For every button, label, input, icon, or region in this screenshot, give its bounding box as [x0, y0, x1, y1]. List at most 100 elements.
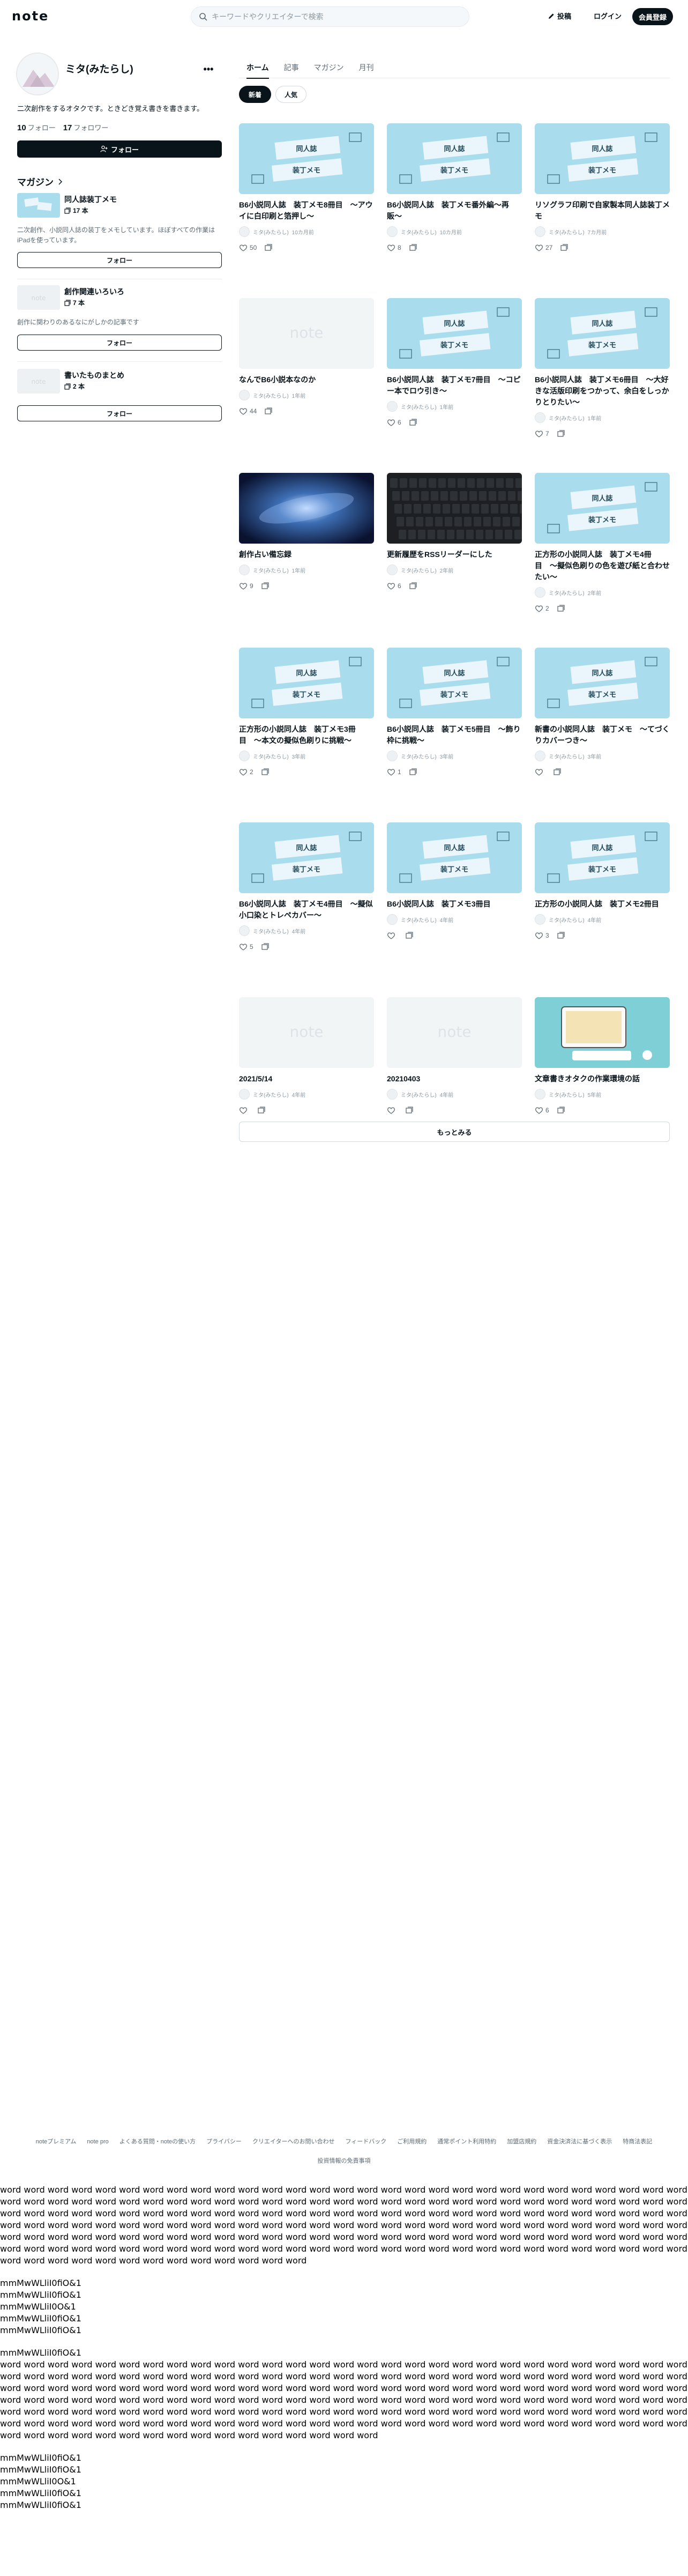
author-name[interactable]: ミタ(みたらし)	[253, 391, 289, 399]
author-name[interactable]: ミタ(みたらし)	[549, 916, 585, 924]
tab-magazines[interactable]: マガジン	[306, 57, 352, 78]
article-title[interactable]: B6小説同人誌 装丁メモ7冊目 〜コピー本でロウ引き〜	[387, 374, 522, 397]
article-title[interactable]: 文章書きオタクの作業環境の話	[535, 1073, 670, 1085]
magazine-follow-button[interactable]: フォロー	[17, 405, 222, 421]
author-avatar[interactable]	[387, 401, 398, 412]
footer-link[interactable]: フィードバック	[346, 2139, 387, 2145]
magazine-add-button[interactable]	[257, 1106, 266, 1115]
sort-popular-button[interactable]: 人気	[275, 86, 306, 103]
magazine-item[interactable]: note 創作関連いろいろ 7 本 創作に関わりのあるなにがしかの記事です フォ…	[17, 285, 222, 355]
author-name[interactable]: ミタ(みたらし)	[549, 414, 585, 422]
author-name[interactable]: ミタ(みたらし)	[549, 589, 585, 597]
article-card[interactable]: 同人誌 装丁メモ B6小説同人誌 装丁メモ4冊目 〜擬似小口染とトレペカバー〜ミタ(…	[239, 822, 374, 975]
author-name[interactable]: ミタ(みたらし)	[253, 927, 289, 935]
author-avatar[interactable]	[535, 587, 545, 598]
like-button[interactable]: 2	[239, 768, 253, 776]
article-card[interactable]: 同人誌 装丁メモ B6小説同人誌 装丁メモ8冊目 〜アウイに白印刷と箔押し〜 ミタ(み…	[239, 123, 374, 276]
article-thumbnail[interactable]: note	[239, 997, 374, 1068]
footer-link[interactable]: よくある質問・noteの使い方	[119, 2139, 196, 2145]
author-name[interactable]: ミタ(みたらし)	[549, 752, 585, 760]
magazine-add-button[interactable]	[261, 942, 270, 951]
login-button[interactable]: ログイン	[594, 11, 622, 21]
post-button[interactable]: 投稿	[548, 11, 571, 21]
article-title[interactable]: 2021/5/14	[239, 1073, 374, 1085]
author-name[interactable]: ミタ(みたらし)	[401, 403, 437, 411]
magazine-add-button[interactable]	[560, 243, 569, 252]
like-button[interactable]: 7	[535, 429, 549, 438]
author-name[interactable]: ミタ(みたらし)	[401, 1090, 437, 1098]
footer-link[interactable]: 投資情報の免責事項	[318, 2158, 371, 2164]
article-card[interactable]: note なんでB6小説本なのか ミタ(みたらし) 1年前 44	[239, 298, 374, 454]
magazine-add-button[interactable]	[409, 768, 417, 776]
like-button[interactable]: 8	[387, 243, 401, 252]
article-thumbnail[interactable]: 同人誌 装丁メモ	[387, 648, 522, 718]
footer-link[interactable]: noteプレミアム	[36, 2139, 77, 2145]
magazine-add-button[interactable]	[557, 429, 565, 438]
magazine-item[interactable]: note 書いたものまとめ 2 本 フォロー	[17, 369, 222, 422]
article-card[interactable]: note 20210403 ミタ(みたらし) 4年前	[387, 997, 522, 1114]
author-name[interactable]: ミタ(みたらし)	[401, 916, 437, 924]
article-card[interactable]: 同人誌 装丁メモ リソグラフ印刷で自家製本同人誌装丁メモ ミタ(みたらし) 7カ月前 27	[535, 123, 670, 276]
magazine-add-button[interactable]	[557, 604, 565, 613]
magazine-add-button[interactable]	[557, 1106, 565, 1115]
magazine-add-button[interactable]	[261, 768, 270, 776]
magazine-add-button[interactable]	[409, 243, 417, 252]
like-button[interactable]: 6	[535, 1106, 549, 1115]
magazine-add-button[interactable]	[264, 407, 273, 415]
like-button[interactable]: 6	[387, 582, 401, 590]
magazine-follow-button[interactable]: フォロー	[17, 335, 222, 351]
author-avatar[interactable]	[387, 1089, 398, 1100]
author-avatar[interactable]	[239, 390, 250, 400]
search-input[interactable]	[212, 12, 447, 21]
tab-articles[interactable]: 記事	[276, 57, 306, 78]
following-link[interactable]: 10 フォロー	[17, 122, 56, 132]
footer-link[interactable]: プライバシー	[206, 2139, 242, 2145]
magazine-add-button[interactable]	[261, 582, 270, 590]
footer-link[interactable]: note pro	[87, 2139, 108, 2145]
footer-link[interactable]: 特商法表記	[623, 2139, 652, 2145]
author-avatar[interactable]	[239, 226, 250, 237]
author-avatar[interactable]	[387, 565, 398, 575]
author-avatar[interactable]	[239, 751, 250, 761]
like-button[interactable]: 27	[535, 243, 552, 252]
footer-link[interactable]: ご利用規約	[397, 2139, 427, 2145]
article-card[interactable]: 同人誌 装丁メモ B6小説同人誌 装丁メモ7冊目 〜コピー本でロウ引き〜ミタ(みたら…	[387, 298, 522, 454]
article-title[interactable]: B6小説同人誌 装丁メモ3冊目	[387, 899, 522, 910]
article-card[interactable]: 文章書きオタクの作業環境の話 ミタ(みたらし) 5年前 6	[535, 997, 670, 1114]
author-name[interactable]: ミタ(みたらし)	[549, 228, 585, 236]
article-title[interactable]: B6小説同人誌 装丁メモ8冊目 〜アウイに白印刷と箔押し〜	[239, 199, 374, 222]
article-title[interactable]: B6小説同人誌 装丁メモ6冊目 〜大好きな活版印刷をつかって、余白をしっかりとり…	[535, 374, 670, 408]
magazine-heading[interactable]: マガジン	[17, 175, 62, 188]
tab-home[interactable]: ホーム	[239, 57, 276, 79]
article-thumbnail[interactable]: note	[239, 298, 374, 369]
article-card[interactable]: 同人誌 装丁メモ 正方形の小説同人誌 装丁メモ2冊目 ミタ(みたらし) 4年前 3	[535, 822, 670, 975]
footer-link[interactable]: 通常ポイント利用特約	[437, 2139, 496, 2145]
note-logo[interactable]: note	[12, 9, 49, 24]
like-button[interactable]: 44	[239, 407, 257, 415]
article-title[interactable]: リソグラフ印刷で自家製本同人誌装丁メモ	[535, 199, 670, 222]
author-name[interactable]: ミタ(みたらし)	[401, 752, 437, 760]
magazine-add-button[interactable]	[409, 582, 417, 590]
author-name[interactable]: ミタ(みたらし)	[253, 566, 289, 574]
like-button[interactable]	[387, 931, 398, 940]
article-thumbnail[interactable]: 同人誌 装丁メモ	[387, 298, 522, 369]
follow-button[interactable]: フォロー	[17, 140, 222, 158]
article-card[interactable]: 同人誌 装丁メモ B6小説同人誌 装丁メモ6冊目 〜大好きな活版印刷をつかって、余白…	[535, 298, 670, 454]
article-title[interactable]: B6小説同人誌 装丁メモ4冊目 〜擬似小口染とトレペカバー〜	[239, 899, 374, 921]
article-thumbnail[interactable]: 同人誌 装丁メモ	[239, 822, 374, 893]
author-name[interactable]: ミタ(みたらし)	[549, 1090, 585, 1098]
magazine-add-button[interactable]	[405, 1106, 414, 1115]
more-articles-button[interactable]: もっとみる	[239, 1122, 670, 1142]
article-thumbnail[interactable]: 同人誌 装丁メモ	[387, 822, 522, 893]
author-name[interactable]: ミタ(みたらし)	[253, 752, 289, 760]
signup-button[interactable]: 会員登録	[632, 8, 673, 25]
author-avatar[interactable]	[535, 1089, 545, 1100]
magazine-add-button[interactable]	[409, 418, 417, 427]
followers-link[interactable]: 17 フォロワー	[63, 122, 109, 132]
article-title[interactable]: 更新履歴をRSSリーダーにした	[387, 549, 522, 560]
author-avatar[interactable]	[387, 914, 398, 925]
search-bar[interactable]	[191, 6, 469, 27]
author-avatar[interactable]	[387, 751, 398, 761]
article-title[interactable]: B6小説同人誌 装丁メモ番外編〜再販〜	[387, 199, 522, 222]
article-title[interactable]: B6小説同人誌 装丁メモ5冊目 〜飾り枠に挑戦〜	[387, 724, 522, 746]
